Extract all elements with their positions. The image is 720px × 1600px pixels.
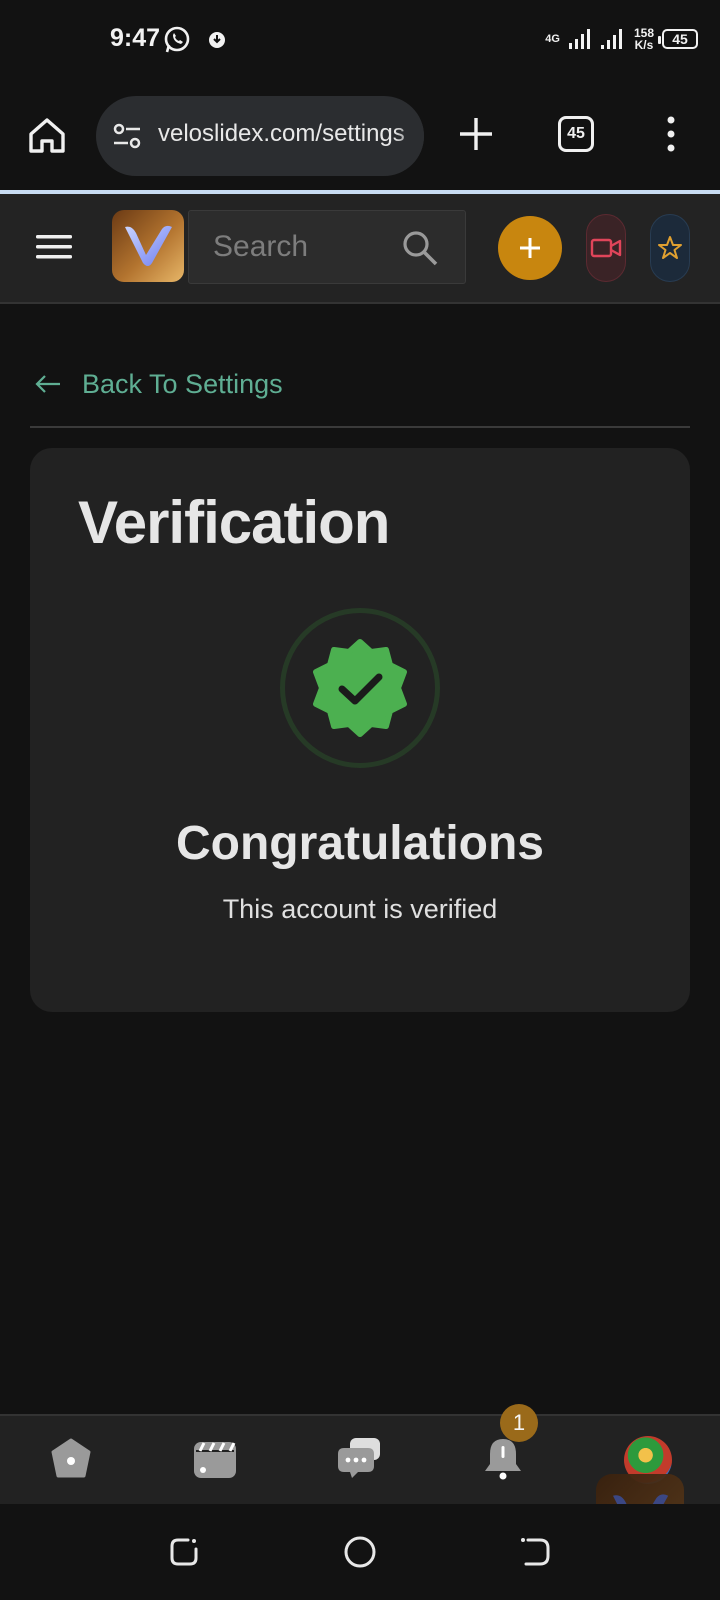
back-label: Back To Settings	[82, 368, 283, 399]
download-notification-icon	[209, 32, 225, 48]
reels-nav-icon[interactable]	[190, 1434, 240, 1484]
verification-card: Verification Congratulations This accoun…	[30, 448, 690, 1012]
data-speed: 158 K/s	[634, 27, 654, 51]
arrow-left-icon	[35, 375, 60, 393]
video-camera-icon	[590, 238, 622, 258]
status-time: 9:47	[110, 24, 161, 52]
congratulations-heading: Congratulations	[176, 817, 544, 870]
back-icon[interactable]	[518, 1534, 554, 1570]
badge-count: 1	[512, 1410, 526, 1435]
page-title: Verification	[78, 489, 390, 556]
new-tab-icon[interactable]	[456, 114, 496, 154]
divider	[30, 426, 690, 428]
plus-icon	[520, 238, 540, 258]
address-bar[interactable]: veloslidex.com/settings	[96, 96, 424, 176]
site-logo[interactable]	[112, 210, 184, 282]
search-input[interactable]	[189, 211, 389, 283]
system-navigation-bar	[0, 1504, 720, 1600]
notification-count-badge: 1	[500, 1404, 538, 1442]
tab-count: 45	[567, 125, 585, 142]
url-fade	[394, 96, 424, 176]
menu-icon[interactable]	[34, 232, 74, 262]
browser-toolbar: veloslidex.com/settings 45	[0, 80, 720, 190]
status-bar: 9:47 4G 158 K/s 45	[0, 0, 720, 80]
tab-switcher-button[interactable]: 45	[558, 116, 594, 152]
search-icon[interactable]	[401, 229, 439, 267]
site-settings-icon[interactable]	[112, 122, 142, 150]
whatsapp-icon	[164, 26, 190, 53]
signal-icon-1	[568, 29, 590, 49]
messages-nav-icon[interactable]	[334, 1434, 384, 1484]
home-nav-icon[interactable]	[46, 1434, 96, 1484]
back-to-settings-link[interactable]: Back To Settings	[34, 366, 283, 402]
battery-level: 45	[672, 31, 688, 47]
favorites-button[interactable]	[650, 214, 690, 282]
star-icon	[658, 236, 682, 259]
speed-unit: K/s	[634, 38, 654, 52]
verified-badge-icon	[313, 639, 407, 737]
home-icon[interactable]	[26, 114, 68, 156]
status-right-group: 4G 158 K/s 45	[545, 24, 698, 54]
battery-icon: 45	[658, 29, 698, 49]
create-button[interactable]	[498, 216, 562, 280]
signal-icon-2	[600, 29, 622, 49]
logo-v-icon	[125, 225, 172, 266]
home-circle-icon[interactable]	[342, 1534, 378, 1570]
search-box[interactable]	[188, 210, 466, 284]
live-video-button[interactable]	[586, 214, 626, 282]
site-header	[0, 194, 720, 304]
recents-icon[interactable]	[166, 1534, 202, 1570]
network-type: 4G	[545, 32, 560, 45]
verified-message: This account is verified	[222, 894, 498, 924]
more-vert-icon[interactable]	[656, 114, 686, 154]
url-text[interactable]: veloslidex.com/settings	[158, 120, 405, 148]
